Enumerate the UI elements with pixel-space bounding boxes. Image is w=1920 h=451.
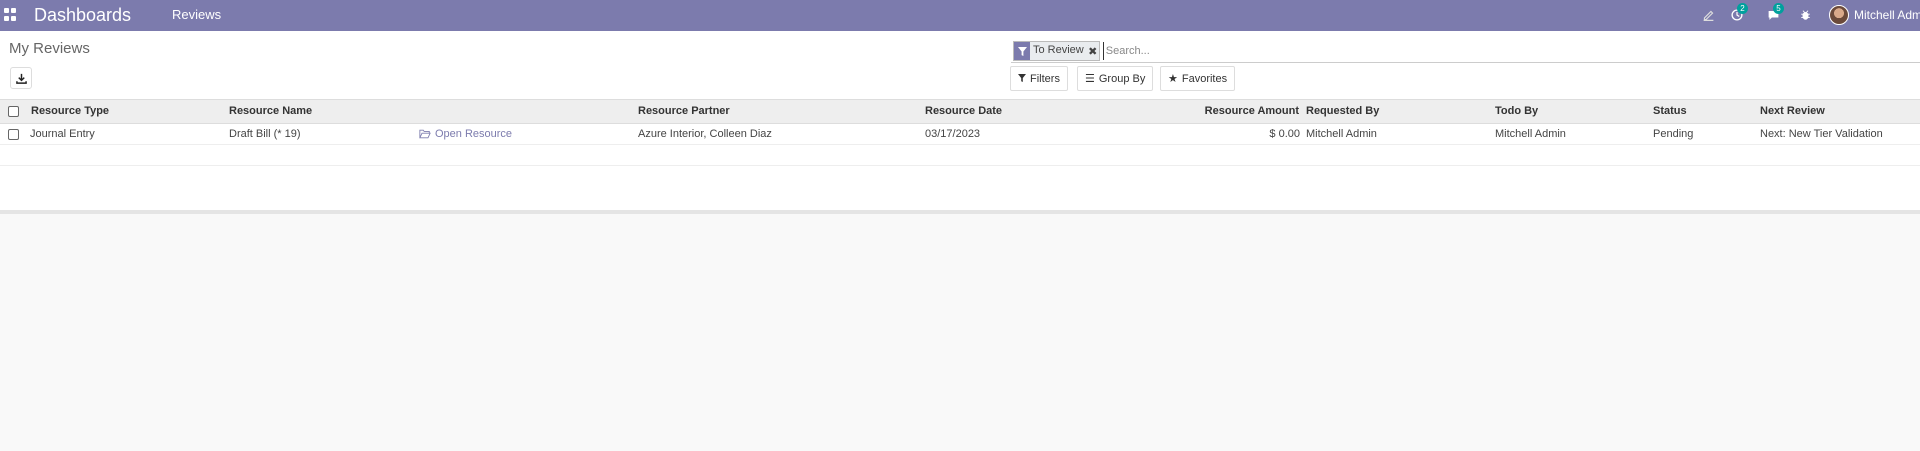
empty-row bbox=[0, 166, 1920, 210]
select-all-checkbox[interactable] bbox=[8, 106, 19, 117]
group-by-label: Group By bbox=[1098, 72, 1146, 85]
cell-status: Pending bbox=[1653, 128, 1694, 140]
avatar bbox=[1829, 5, 1849, 25]
facet-label: To Review bbox=[1033, 44, 1084, 56]
apps-menu-icon[interactable] bbox=[4, 8, 18, 22]
open-resource-button[interactable]: Open Resource bbox=[419, 128, 512, 140]
table-header: Resource Type Resource Name Resource Par… bbox=[0, 100, 1920, 124]
messages-icon[interactable]: 5 bbox=[1764, 3, 1784, 24]
empty-row bbox=[0, 145, 1920, 166]
control-panel: My Reviews To Review ✖ Filters ☰ Group B… bbox=[0, 31, 1920, 100]
filters-button[interactable]: Filters bbox=[1010, 66, 1068, 91]
search-bar: To Review ✖ bbox=[1011, 40, 1920, 63]
download-button[interactable] bbox=[10, 67, 32, 89]
cell-resource-type: Journal Entry bbox=[30, 128, 95, 140]
group-by-button[interactable]: ☰ Group By bbox=[1077, 66, 1154, 91]
row-checkbox[interactable] bbox=[8, 129, 19, 140]
app-brand[interactable]: Dashboards bbox=[34, 3, 131, 27]
col-status[interactable]: Status bbox=[1653, 105, 1687, 117]
filters-label: Filters bbox=[1030, 72, 1060, 85]
cell-resource-amount: $ 0.00 bbox=[1269, 128, 1300, 140]
cell-next-review: Next: New Tier Validation bbox=[1760, 128, 1883, 140]
star-icon: ★ bbox=[1168, 73, 1178, 85]
messages-badge: 5 bbox=[1773, 3, 1784, 14]
user-menu[interactable]: Mitchell Admin bbox=[1829, 2, 1920, 28]
favorites-button[interactable]: ★ Favorites bbox=[1160, 66, 1236, 91]
menu-item-reviews[interactable]: Reviews bbox=[172, 7, 221, 22]
favorites-label: Favorites bbox=[1181, 72, 1228, 85]
cell-todo-by: Mitchell Admin bbox=[1495, 128, 1566, 140]
search-facet: To Review ✖ bbox=[1013, 41, 1100, 61]
download-icon bbox=[15, 73, 27, 84]
activity-badge: 2 bbox=[1737, 3, 1748, 14]
col-resource-name[interactable]: Resource Name bbox=[229, 105, 312, 117]
col-requested-by[interactable]: Requested By bbox=[1306, 105, 1379, 117]
col-resource-type[interactable]: Resource Type bbox=[31, 105, 109, 117]
bars-icon: ☰ bbox=[1085, 73, 1095, 85]
open-resource-label: Open Resource bbox=[435, 128, 513, 140]
bug-icon[interactable] bbox=[1798, 6, 1812, 24]
facet-remove-icon[interactable]: ✖ bbox=[1087, 42, 1099, 60]
page-title: My Reviews bbox=[9, 40, 90, 57]
cell-requested-by: Mitchell Admin bbox=[1306, 128, 1377, 140]
col-next-review[interactable]: Next Review bbox=[1760, 105, 1825, 117]
edit-icon[interactable] bbox=[1700, 6, 1716, 24]
col-resource-date[interactable]: Resource Date bbox=[925, 105, 1002, 117]
col-todo-by[interactable]: Todo By bbox=[1495, 105, 1538, 117]
table-row[interactable]: Journal Entry Draft Bill (* 19) Open Res… bbox=[0, 124, 1920, 145]
cell-resource-date: 03/17/2023 bbox=[925, 128, 981, 140]
user-name: Mitchell Admin bbox=[1854, 8, 1920, 22]
top-navbar: Dashboards Reviews 2 5 Mitchell Admin bbox=[0, 0, 1920, 31]
filter-icon bbox=[1018, 73, 1026, 85]
col-resource-partner[interactable]: Resource Partner bbox=[638, 105, 730, 117]
cell-resource-partner: Azure Interior, Colleen Diaz bbox=[638, 128, 772, 140]
col-resource-amount[interactable]: Resource Amount bbox=[1205, 105, 1299, 117]
folder-open-icon bbox=[419, 129, 431, 139]
activity-icon[interactable]: 2 bbox=[1728, 3, 1748, 24]
filter-icon bbox=[1014, 42, 1030, 60]
search-input[interactable] bbox=[1102, 42, 1803, 60]
cell-resource-name: Draft Bill (* 19) bbox=[229, 128, 301, 140]
list-footer-divider bbox=[0, 210, 1920, 214]
